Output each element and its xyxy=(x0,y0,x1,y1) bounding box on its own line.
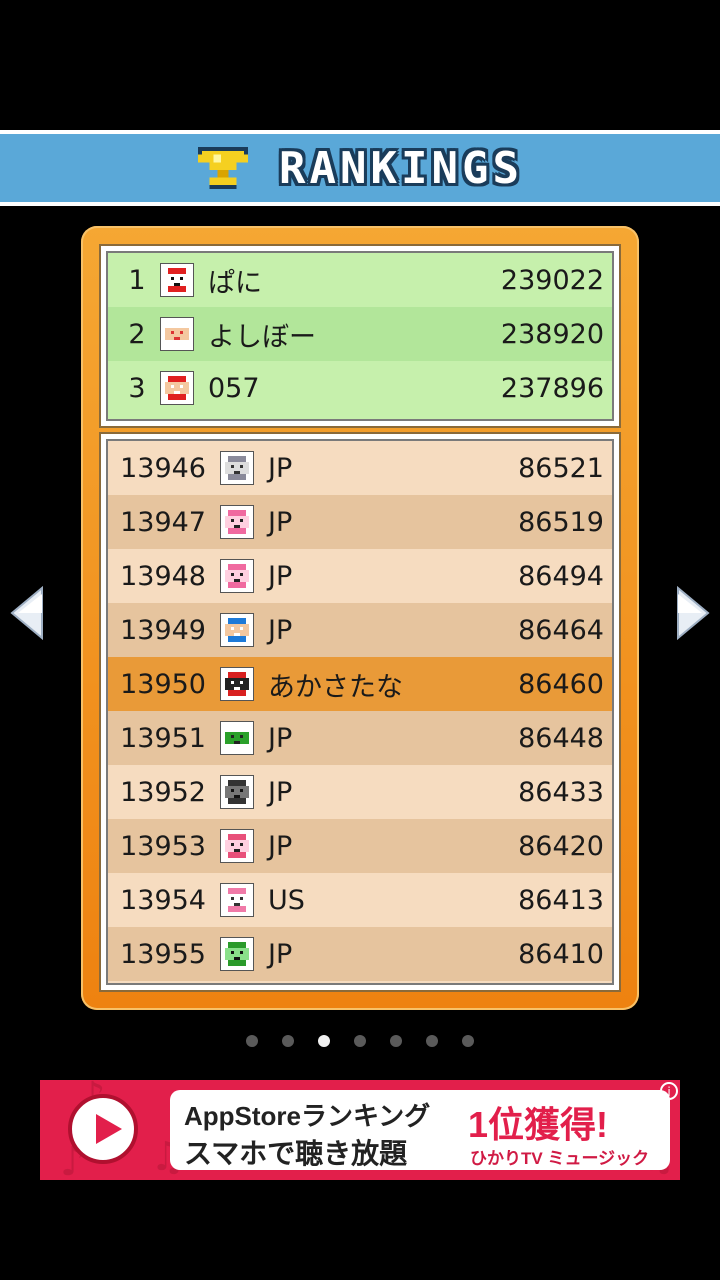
player-score: 86464 xyxy=(518,614,604,646)
ranking-row[interactable]: 13946 JP 86521 xyxy=(108,441,612,495)
player-name: よしぼー xyxy=(208,321,316,353)
rank-number: 13951 xyxy=(120,722,206,754)
ranking-row[interactable]: 13950 あかさたな 86460 xyxy=(108,657,612,711)
rank-number: 13947 xyxy=(120,506,206,538)
rank-number: 1 xyxy=(128,264,146,296)
green-frog-avatar xyxy=(220,937,254,971)
player-score: 86521 xyxy=(518,452,604,484)
left-arrow-icon[interactable] xyxy=(10,586,44,640)
page-indicator xyxy=(0,1032,720,1050)
ad-line-2: スマホで聴き放題 xyxy=(184,1138,408,1169)
player-score: 86410 xyxy=(518,938,604,970)
player-name: JP xyxy=(268,722,293,754)
player-score: 86494 xyxy=(518,560,604,592)
ad-info-icon[interactable]: i xyxy=(660,1082,678,1100)
ranking-row[interactable]: 13949 JP 86464 xyxy=(108,603,612,657)
rankings-panel: 1 ぱに 239022 2 よしぼー 238920 3 057 237896 1… xyxy=(81,226,639,1010)
rank-number: 2 xyxy=(128,318,146,350)
pink-cat-avatar xyxy=(220,559,254,593)
player-name: JP xyxy=(268,560,293,592)
player-score: 86448 xyxy=(518,722,604,754)
player-name: 057 xyxy=(208,372,260,404)
player-score: 239022 xyxy=(500,264,604,296)
pink-cat-avatar xyxy=(220,505,254,539)
play-icon[interactable] xyxy=(68,1094,138,1164)
top-ranking-row[interactable]: 3 057 237896 xyxy=(108,361,612,415)
rank-number: 13955 xyxy=(120,938,206,970)
page-title: RANKINGS xyxy=(279,142,523,194)
pink-girl-avatar xyxy=(220,829,254,863)
ranking-list-box: 13946 JP 86521 13947 JP 86519 13948 JP 8… xyxy=(99,432,621,992)
ad-brand: ひかりTV ミュージック xyxy=(470,1149,650,1168)
rank-number: 13952 xyxy=(120,776,206,808)
ranking-row[interactable]: 13947 JP 86519 xyxy=(108,495,612,549)
player-name: JP xyxy=(268,506,293,538)
ranking-row[interactable]: 13955 JP 86410 xyxy=(108,927,612,981)
ranking-row[interactable]: 13954 US 86413 xyxy=(108,873,612,927)
ad-badge: 1位獲得! xyxy=(468,1104,609,1145)
rank-number: 13948 xyxy=(120,560,206,592)
ad-line-1: AppStoreランキング xyxy=(184,1101,431,1131)
page-dot[interactable] xyxy=(246,1035,258,1047)
ranking-row[interactable]: 13953 JP 86420 xyxy=(108,819,612,873)
rank-number: 13949 xyxy=(120,614,206,646)
rank-number: 13953 xyxy=(120,830,206,862)
page-dot[interactable] xyxy=(462,1035,474,1047)
player-name: JP xyxy=(268,938,293,970)
top-ranking-row[interactable]: 2 よしぼー 238920 xyxy=(108,307,612,361)
boy-avatar xyxy=(160,317,194,351)
rank-number: 3 xyxy=(128,372,146,404)
player-score: 237896 xyxy=(500,372,604,404)
page-dot[interactable] xyxy=(282,1035,294,1047)
page-dot[interactable] xyxy=(354,1035,366,1047)
ad-card[interactable]: AppStoreランキング スマホで聴き放題 1位獲得! ひかりTV ミュージッ… xyxy=(170,1090,670,1170)
rankings-header: RANKINGS xyxy=(0,130,720,206)
rank-number: 13950 xyxy=(120,668,206,700)
rank-number: 13946 xyxy=(120,452,206,484)
player-name: あかさたな xyxy=(268,671,403,703)
player-name: ぱに xyxy=(208,267,262,299)
top-three-box: 1 ぱに 239022 2 よしぼー 238920 3 057 237896 xyxy=(99,244,621,428)
ranking-row[interactable]: 13951 JP 86448 xyxy=(108,711,612,765)
player-name: JP xyxy=(268,830,293,862)
player-score: 86433 xyxy=(518,776,604,808)
blue-cap-avatar xyxy=(220,613,254,647)
black-cat-avatar xyxy=(220,775,254,809)
player-name: US xyxy=(268,884,305,916)
player-score: 86460 xyxy=(518,668,604,700)
right-arrow-icon[interactable] xyxy=(676,586,710,640)
player-score: 86519 xyxy=(518,506,604,538)
ranking-row[interactable]: 13952 JP 86433 xyxy=(108,765,612,819)
red-helmet-avatar xyxy=(160,263,194,297)
page-dot[interactable] xyxy=(390,1035,402,1047)
player-name: JP xyxy=(268,614,293,646)
gray-cat-avatar xyxy=(220,451,254,485)
page-dot[interactable] xyxy=(318,1035,330,1047)
player-score: 238920 xyxy=(500,318,604,350)
red-mask-avatar xyxy=(220,667,254,701)
red-hero-avatar xyxy=(160,371,194,405)
page-dot[interactable] xyxy=(426,1035,438,1047)
pink-robot-avatar xyxy=(220,883,254,917)
skull-avatar xyxy=(220,721,254,755)
trophy-icon xyxy=(198,147,248,189)
player-name: JP xyxy=(268,776,293,808)
top-ranking-row[interactable]: 1 ぱに 239022 xyxy=(108,253,612,307)
player-score: 86420 xyxy=(518,830,604,862)
ad-banner[interactable]: ♪♫♪♫ AppStoreランキング スマホで聴き放題 1位獲得! ひかりTV … xyxy=(40,1080,680,1180)
player-name: JP xyxy=(268,452,293,484)
ranking-row[interactable]: 13948 JP 86494 xyxy=(108,549,612,603)
player-score: 86413 xyxy=(518,884,604,916)
rank-number: 13954 xyxy=(120,884,206,916)
